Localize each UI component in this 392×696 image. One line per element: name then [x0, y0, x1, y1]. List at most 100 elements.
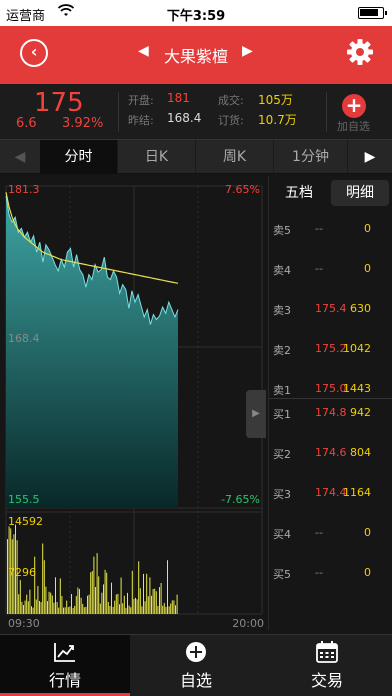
nav-trade[interactable]: 交易: [262, 635, 392, 696]
status-bar: 运营商 下午3:59: [0, 0, 392, 26]
volume-bar: [138, 561, 140, 614]
chart-canvas: [5, 185, 263, 615]
volume-bar: [106, 572, 108, 614]
level-label: 买1: [273, 408, 291, 421]
volume-bar: [75, 596, 77, 614]
volume-bar: [53, 602, 55, 614]
nav-market-label: 行情: [48, 671, 81, 690]
order-value: 10.7万: [258, 113, 297, 127]
tabs-next-icon[interactable]: ▶: [350, 140, 390, 174]
volume-bar: [67, 607, 69, 614]
next-product-icon[interactable]: ▶: [242, 43, 253, 59]
volume-bar: [157, 606, 159, 614]
tab-1min[interactable]: 1分钟: [274, 140, 348, 174]
level-price: 175.4: [315, 302, 347, 315]
volume-bar: [87, 595, 88, 614]
pct-top-label: 7.65%: [225, 183, 260, 196]
volume-bar: [85, 606, 87, 614]
volume-bar: [144, 601, 146, 614]
volume-bar: [24, 600, 26, 614]
volume-bar: [128, 605, 130, 614]
volume-bar: [131, 570, 133, 614]
x-end-label: 20:00: [232, 617, 264, 630]
intraday-chart[interactable]: 181.3 7.65% 168.4 155.5 -7.65% 14592 729…: [0, 176, 268, 630]
volume-bar: [171, 600, 173, 614]
x-start-label: 09:30: [8, 617, 40, 630]
volume-bar: [51, 595, 53, 614]
y-mid-label: 168.4: [8, 332, 40, 345]
volume-bar: [176, 594, 178, 614]
volume-bar: [114, 600, 116, 614]
nav-market[interactable]: 行情: [0, 635, 130, 696]
buy-level-row: 买4 -- 0: [269, 526, 392, 542]
sell-level-row: 卖2 175.2 1042: [269, 342, 392, 358]
prev-settle-label: 昨结:: [128, 114, 154, 127]
level-label: 卖5: [273, 224, 291, 237]
tab-five-levels[interactable]: 五档: [273, 180, 325, 206]
collapse-handle-icon[interactable]: ▶: [246, 390, 266, 438]
volume-bar: [168, 606, 170, 614]
tab-daily-k[interactable]: 日K: [118, 140, 196, 174]
sell-level-row: 卖3 175.4 630: [269, 302, 392, 318]
level-price: --: [315, 566, 323, 579]
calendar-icon: [316, 641, 338, 663]
quote-panel: 175 6.6 3.92% 开盘: 181 昨结: 168.4 成交: 105万…: [0, 84, 392, 140]
level-price: 175.2: [315, 342, 347, 355]
volume-bar: [80, 597, 82, 614]
volume-bar: [64, 607, 66, 614]
volume-bar: [120, 577, 122, 614]
volume-bar: [135, 597, 136, 614]
volume-label: 成交:: [218, 94, 244, 107]
add-watchlist-icon[interactable]: +: [342, 94, 366, 118]
volume-bar: [119, 604, 120, 614]
volume-bar: [147, 596, 149, 614]
volume-bar: [170, 603, 172, 614]
volume-bar: [40, 602, 42, 614]
volume-bar: [42, 543, 44, 614]
volume-bar: [45, 586, 47, 614]
volume-bar: [82, 603, 84, 614]
level-price: 174.6: [315, 446, 347, 459]
sell-level-row: 卖5 -- 0: [269, 222, 392, 238]
gear-icon[interactable]: [344, 36, 376, 68]
volume-bar: [72, 608, 74, 614]
buy-level-row: 买1 174.8 942: [269, 406, 392, 422]
volume-bar: [69, 606, 71, 614]
volume-bar: [127, 592, 128, 614]
divider: [118, 92, 119, 132]
chart-trend-icon: [54, 643, 75, 662]
vol-mid-label: 7296: [8, 566, 36, 579]
tabs-prev-icon[interactable]: ◀: [0, 140, 40, 174]
volume-bar: [101, 592, 103, 614]
price-change-pct: 3.92%: [62, 116, 104, 131]
volume-bar: [93, 556, 95, 614]
tab-weekly-k[interactable]: 周K: [196, 140, 274, 174]
volume-bar: [117, 593, 119, 614]
app-root: 运营商 下午3:59 ‹ ◀ 大果紫檀 ▶ 175 6.6 3.92% 开盘: …: [0, 0, 392, 696]
volume-bar: [21, 601, 23, 614]
volume-bar: [149, 577, 151, 614]
volume-bar: [151, 595, 152, 614]
volume-bar: [154, 588, 156, 614]
plus-circle-icon: [186, 642, 206, 662]
price-change: 6.6: [16, 116, 37, 131]
volume-bar: [55, 577, 56, 614]
tab-intraday[interactable]: 分时: [40, 140, 118, 174]
level-price: --: [315, 526, 323, 539]
volume-bar: [23, 605, 24, 614]
volume-bar: [32, 607, 34, 614]
volume-bar: [63, 607, 64, 614]
sell-level-row: 卖4 -- 0: [269, 262, 392, 278]
volume-bar: [77, 587, 79, 614]
level-label: 卖1: [273, 384, 291, 397]
nav-watchlist[interactable]: 自选: [131, 635, 261, 696]
volume-value: 105万: [258, 93, 293, 107]
volume-bar: [59, 578, 61, 614]
volume-bar: [123, 595, 125, 614]
level-volume: 0: [364, 526, 371, 539]
volume-bar: [48, 591, 50, 614]
level-label: 买3: [273, 488, 291, 501]
tab-details[interactable]: 明细: [331, 180, 389, 206]
add-watchlist-label[interactable]: 加自选: [337, 118, 370, 134]
volume-bar: [95, 587, 96, 614]
